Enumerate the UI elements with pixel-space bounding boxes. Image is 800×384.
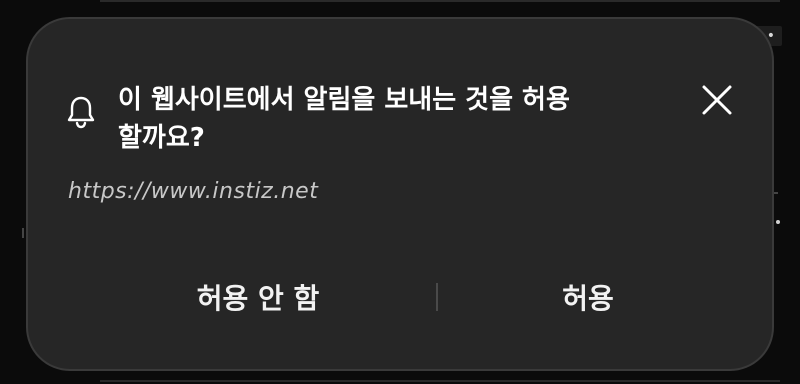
dialog-actions: 허용 안 함 허용	[28, 267, 772, 327]
allow-button[interactable]: 허용	[458, 267, 718, 327]
background-divider-top	[100, 0, 780, 2]
background-divider-bottom	[100, 380, 780, 382]
screen: ••• 이 웹사이트에서 알림을 보내는 것을 허용할까요? https://w…	[0, 0, 800, 384]
site-url: https://www.instiz.net	[68, 179, 319, 204]
deny-button[interactable]: 허용 안 함	[128, 267, 388, 327]
bell-icon	[67, 96, 95, 129]
notification-permission-dialog: 이 웹사이트에서 알림을 보내는 것을 허용할까요? https://www.i…	[26, 17, 774, 371]
background-dot	[776, 220, 780, 224]
background-tick	[22, 228, 24, 238]
dialog-title: 이 웹사이트에서 알림을 보내는 것을 허용할까요?	[118, 85, 570, 153]
close-icon[interactable]	[700, 83, 734, 117]
actions-divider	[436, 283, 438, 311]
